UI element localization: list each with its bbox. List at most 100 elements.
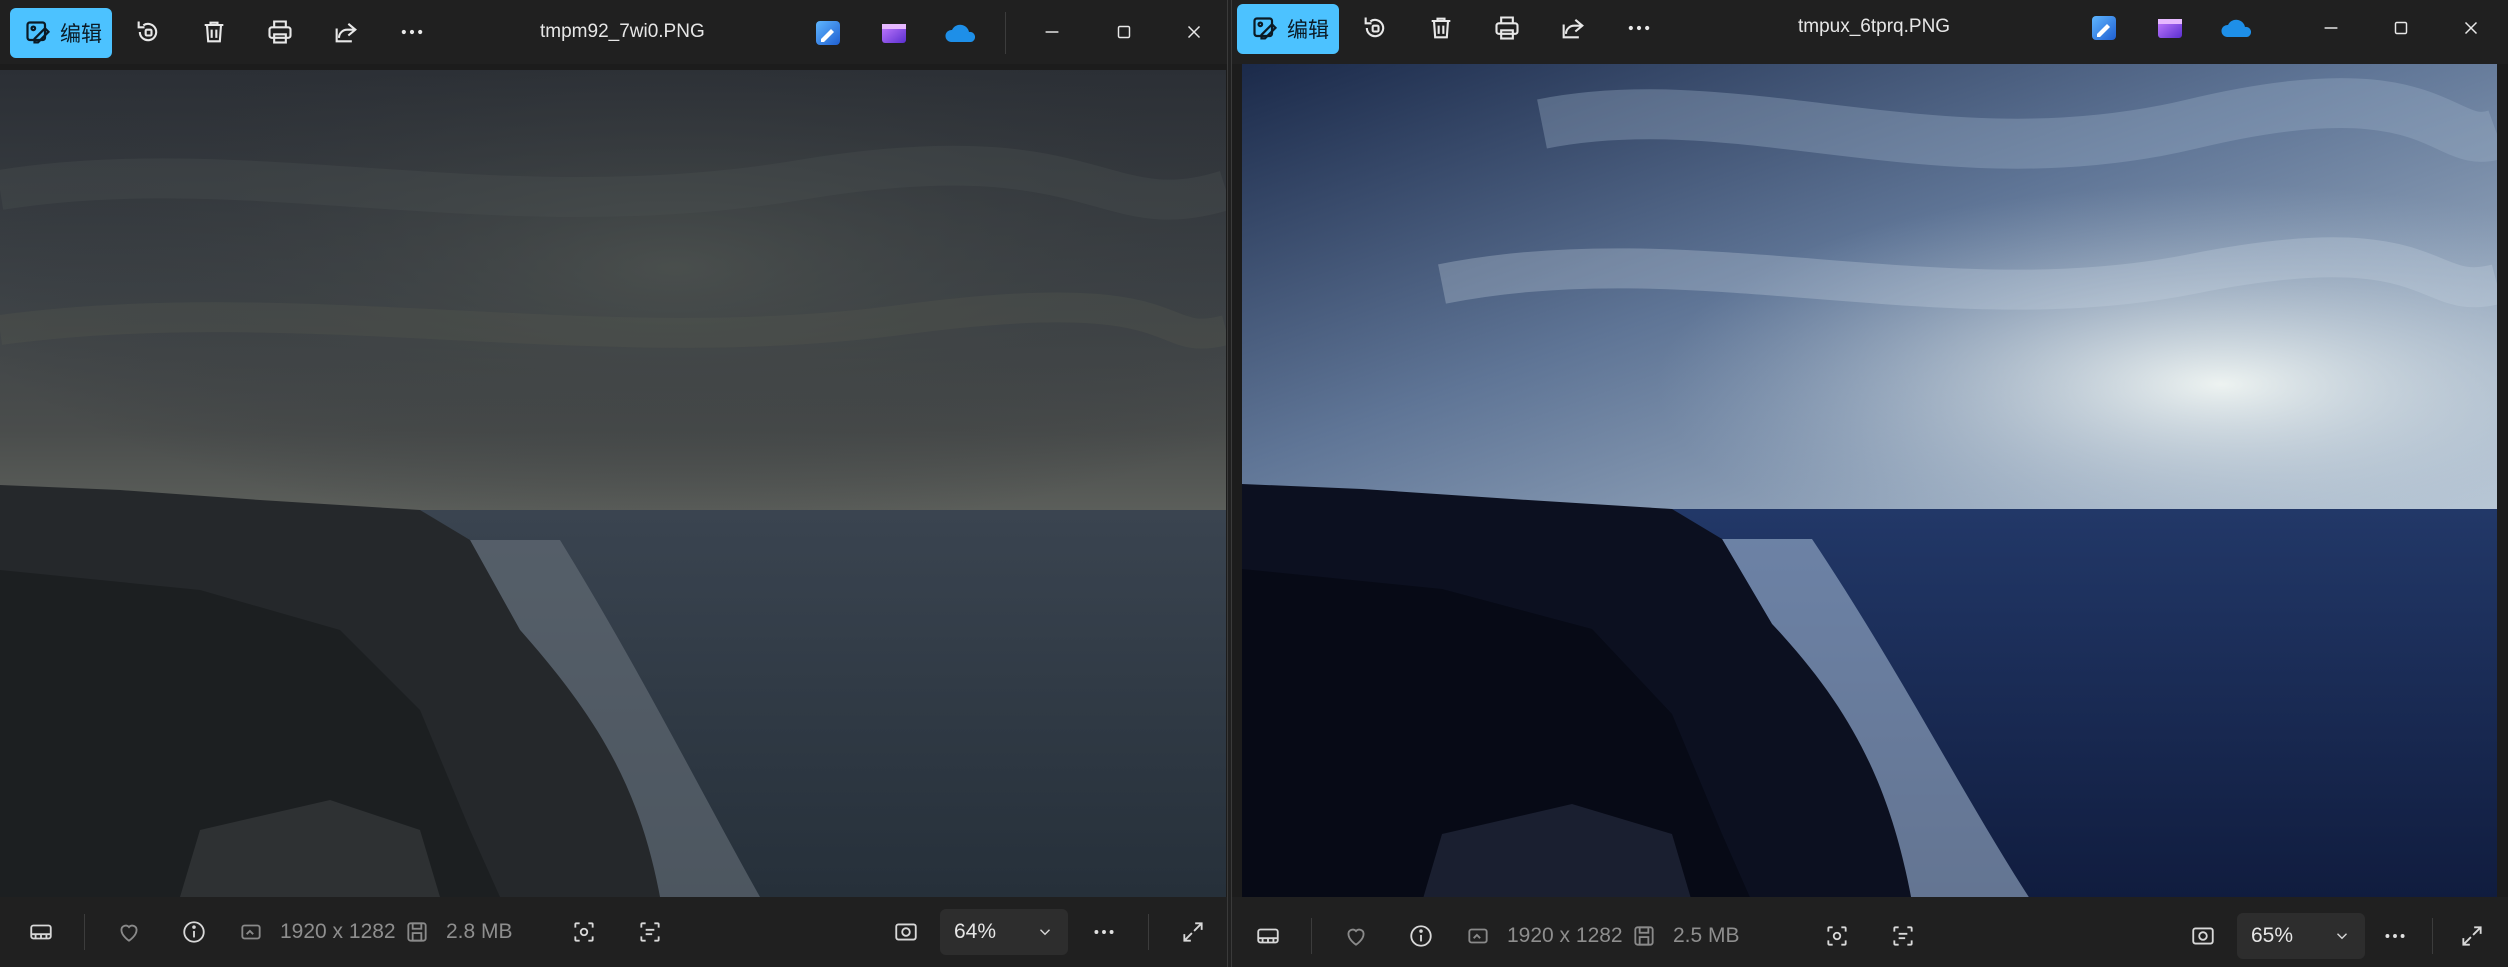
filmstrip-button[interactable] (24, 915, 58, 949)
text-scan-button[interactable] (633, 915, 667, 949)
image-viewer[interactable] (0, 64, 1227, 897)
fullscreen-icon (2462, 926, 2482, 946)
title-bar: 编辑 tmpux_6tprq.PNG (1232, 0, 2508, 64)
status-divider (2432, 918, 2433, 954)
close-icon (1187, 25, 1201, 39)
dimensions-icon (238, 915, 264, 949)
more-icon (1094, 930, 1114, 934)
window-title: tmpux_6tprq.PNG (1798, 16, 1951, 37)
photo-editor-app-icon[interactable] (2089, 13, 2119, 43)
text-scan-icon (1893, 926, 1913, 946)
edit-button[interactable]: 编辑 (10, 8, 112, 58)
share-icon (335, 23, 357, 43)
maximize-button[interactable] (1094, 8, 1154, 56)
onedrive-icon[interactable] (943, 18, 979, 48)
info-button[interactable] (177, 915, 211, 949)
fit-to-window-icon (2192, 927, 2214, 945)
zoom-dropdown[interactable]: 65% (2237, 913, 2365, 959)
rotate-icon (137, 21, 158, 42)
rotate-button[interactable] (122, 8, 174, 56)
photo-viewer-window-right: 编辑 tmpux_6tprq.PNG 1920 x 1282 2.5 MB 65… (1231, 0, 2508, 967)
favorite-button[interactable] (1339, 919, 1373, 953)
close-button[interactable] (2441, 4, 2501, 52)
photo-editor-app-icon[interactable] (813, 18, 843, 48)
more-icon (401, 29, 423, 35)
fullscreen-button[interactable] (2455, 919, 2489, 953)
favorite-button[interactable] (112, 915, 146, 949)
edit-label: 编辑 (60, 23, 102, 46)
fit-to-window-button[interactable] (2186, 919, 2220, 953)
more-options-button[interactable] (2378, 919, 2412, 953)
clipchamp-app-icon[interactable] (879, 18, 909, 48)
filesize-icon (1631, 919, 1657, 953)
info-icon (183, 921, 205, 943)
edit-button[interactable]: 编辑 (1237, 4, 1339, 54)
window-title: tmpm92_7wi0.PNG (540, 21, 705, 42)
print-icon (1495, 16, 1519, 40)
info-icon (1410, 925, 1432, 947)
titlebar-divider (1005, 12, 1006, 54)
more-button[interactable] (1613, 4, 1665, 52)
zoom-level: 64% (954, 920, 997, 943)
zoom-dropdown[interactable]: 64% (940, 909, 1068, 955)
photo-viewer-window-left: 编辑 tmpm92_7wi0.PNG 1920 x 1282 2.8 MB 64… (0, 0, 1228, 967)
share-button[interactable] (1547, 4, 1599, 52)
more-options-button[interactable] (1087, 915, 1121, 949)
photo-image (1242, 64, 2497, 897)
maximize-icon (1117, 25, 1131, 39)
image-dimensions: 1920 x 1282 (1507, 924, 1623, 947)
visual-search-button[interactable] (567, 915, 601, 949)
filmstrip-icon (1257, 928, 1279, 944)
edit-label: 编辑 (1287, 19, 1329, 42)
maximize-button[interactable] (2371, 4, 2431, 52)
rotate-icon (1364, 17, 1385, 38)
visual-search-icon (574, 922, 594, 942)
status-divider (1148, 914, 1149, 950)
filmstrip-button[interactable] (1251, 919, 1285, 953)
print-icon (268, 20, 292, 44)
chevron-down-icon (2337, 933, 2347, 940)
file-size: 2.8 MB (446, 920, 513, 943)
share-icon (1562, 19, 1584, 39)
visual-search-button[interactable] (1820, 919, 1854, 953)
print-button[interactable] (1481, 4, 1533, 52)
title-bar: 编辑 tmpm92_7wi0.PNG (0, 0, 1227, 64)
status-bar: 1920 x 1282 2.8 MB 64% (0, 897, 1227, 967)
text-scan-button[interactable] (1886, 919, 1920, 953)
close-icon (2464, 21, 2478, 35)
visual-search-icon (1827, 926, 1847, 946)
filmstrip-icon (30, 924, 52, 940)
edit-icon (26, 21, 51, 44)
info-button[interactable] (1404, 919, 1438, 953)
fit-to-window-button[interactable] (889, 915, 923, 949)
status-bar: 1920 x 1282 2.5 MB 65% (1232, 897, 2508, 967)
minimize-icon (1045, 31, 1059, 33)
status-divider (84, 914, 85, 950)
more-icon (1628, 25, 1650, 31)
delete-icon (1431, 17, 1451, 39)
minimize-icon (2324, 27, 2338, 29)
delete-button[interactable] (188, 8, 240, 56)
more-button[interactable] (386, 8, 438, 56)
share-button[interactable] (320, 8, 372, 56)
fullscreen-icon (1183, 922, 1203, 942)
print-button[interactable] (254, 8, 306, 56)
minimize-button[interactable] (1022, 8, 1082, 56)
close-button[interactable] (1164, 8, 1224, 56)
onedrive-icon[interactable] (2219, 13, 2255, 43)
image-viewer[interactable] (1232, 64, 2508, 897)
delete-button[interactable] (1415, 4, 1467, 52)
zoom-level: 65% (2251, 924, 2294, 947)
chevron-down-icon (1040, 929, 1050, 936)
maximize-icon (2394, 21, 2408, 35)
text-scan-icon (640, 922, 660, 942)
delete-icon (204, 21, 224, 43)
file-size: 2.5 MB (1673, 924, 1740, 947)
fullscreen-button[interactable] (1176, 915, 1210, 949)
favorite-icon (120, 924, 138, 942)
minimize-button[interactable] (2301, 4, 2361, 52)
rotate-button[interactable] (1349, 4, 1401, 52)
more-icon (2385, 934, 2405, 938)
edit-icon (1253, 17, 1278, 40)
clipchamp-app-icon[interactable] (2155, 13, 2185, 43)
